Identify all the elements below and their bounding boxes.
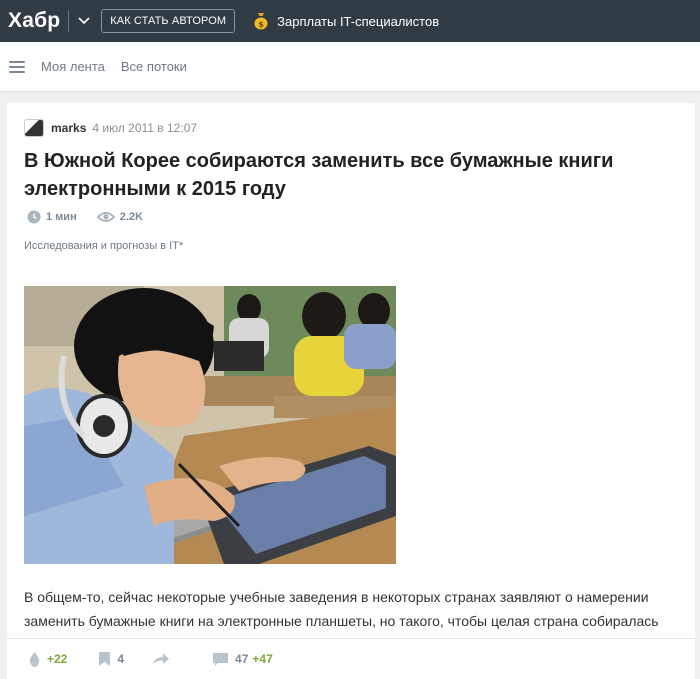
salary-link[interactable]: $ Зарплаты IT-специалистов (253, 12, 439, 30)
bookmark-icon (99, 652, 111, 666)
article-card: marks 4 июл 2011 в 12:07 В Южной Корее с… (7, 103, 695, 679)
comments-count: 47 (235, 652, 249, 666)
publish-date: 4 июл 2011 в 12:07 (92, 121, 198, 135)
bookmarks-count: 4 (117, 652, 125, 666)
reading-time-value: 1 мин (46, 211, 77, 223)
bookmarks[interactable]: 4 (99, 652, 124, 666)
habr-logo[interactable]: Хабр (8, 9, 60, 33)
top-bar: Хабр КАК СТАТЬ АВТОРОМ $ Зарплаты IT-спе… (0, 0, 700, 42)
article-stats: 1 мин 2.2K (27, 210, 163, 224)
svg-text:$: $ (258, 20, 264, 29)
nav-all-streams[interactable]: Все потоки (121, 59, 187, 74)
article-text: В общем-то, сейчас некоторые учебные зав… (24, 589, 659, 629)
views-value: 2.2K (119, 211, 143, 223)
salary-label: Зарплаты IT-специалистов (277, 13, 440, 29)
article-image (24, 286, 396, 564)
eye-icon (96, 212, 115, 222)
logo-divider (68, 10, 70, 32)
share-arrow-icon (153, 653, 170, 664)
money-bag-icon: $ (253, 12, 269, 30)
author-name[interactable]: marks (51, 121, 86, 135)
reading-time: 1 мин (27, 210, 77, 224)
views: 2.2K (96, 211, 143, 223)
rating-value: +22 (47, 652, 68, 666)
nav-my-feed[interactable]: Моя лента (41, 59, 105, 74)
menu-icon[interactable] (9, 60, 25, 73)
rating-drop-icon[interactable] (29, 651, 40, 667)
comments[interactable]: 47 +47 (213, 652, 273, 666)
article-footer: +22 4 47 +47 (7, 638, 695, 679)
nav-bar: Моя лента Все потоки (0, 42, 700, 92)
new-comments: +47 (252, 652, 273, 666)
article-title[interactable]: В Южной Корее собираются заменить все бу… (24, 147, 674, 203)
comment-icon (213, 652, 229, 666)
become-author-button[interactable]: КАК СТАТЬ АВТОРОМ (101, 9, 236, 33)
article-meta: marks 4 июл 2011 в 12:07 (24, 119, 197, 137)
clock-icon (27, 210, 41, 224)
share-button[interactable] (152, 653, 177, 665)
chevron-down-icon[interactable] (77, 14, 91, 28)
hub-link[interactable]: Исследования и прогнозы в IT* (24, 240, 183, 252)
avatar[interactable] (24, 119, 44, 137)
rating: +22 (29, 651, 68, 667)
